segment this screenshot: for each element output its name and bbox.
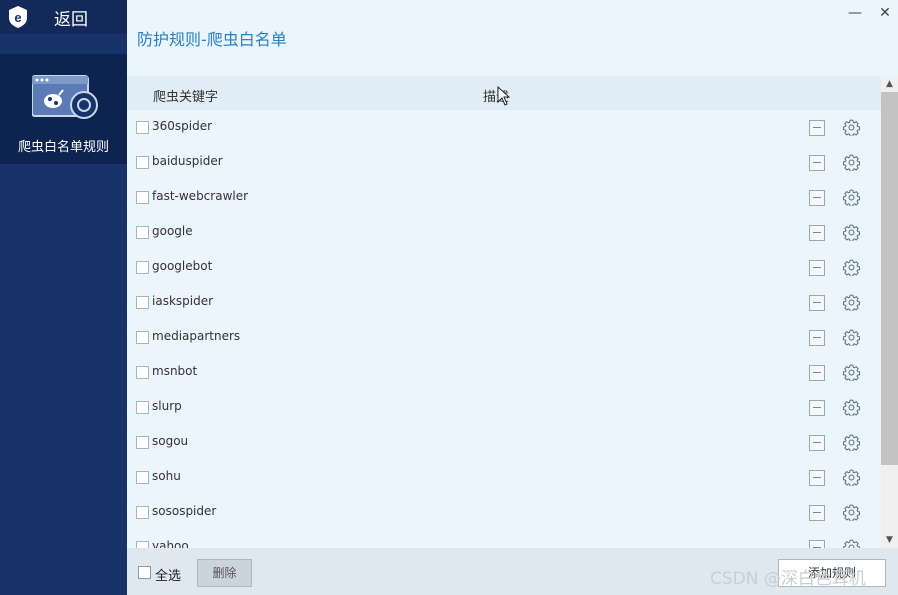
row-checkbox[interactable] (136, 471, 149, 484)
page-title: 防护规则-爬虫白名单 (137, 30, 287, 49)
close-button[interactable]: ✕ (876, 4, 894, 22)
remove-row-button[interactable] (809, 330, 825, 346)
table-row: fast-webcrawler (127, 180, 881, 215)
row-checkbox[interactable] (136, 191, 149, 204)
remove-row-button[interactable] (809, 225, 825, 241)
mouse-cursor-icon (497, 86, 511, 106)
gear-icon[interactable] (843, 224, 860, 241)
row-keyword: googlebot (152, 259, 213, 273)
table-row: slurp (127, 390, 881, 425)
svg-text:e: e (14, 10, 21, 25)
row-checkbox[interactable] (136, 121, 149, 134)
select-all-label: 全选 (155, 569, 182, 584)
row-checkbox[interactable] (136, 331, 149, 344)
rule-list: 360spider baiduspider fast-webcrawler go… (127, 110, 881, 548)
gear-icon[interactable] (843, 539, 860, 548)
row-keyword: baiduspider (152, 154, 223, 168)
gear-icon[interactable] (843, 329, 860, 346)
table-row: sosospider (127, 495, 881, 530)
delete-button[interactable]: 删除 (197, 559, 252, 587)
select-all-checkbox[interactable] (138, 566, 151, 579)
gear-icon[interactable] (843, 434, 860, 451)
table-row: mediapartners (127, 320, 881, 355)
footer-bar: 全选 删除 添加规则 CSDN @深白色耳机 (127, 548, 898, 595)
gear-icon[interactable] (843, 364, 860, 381)
remove-row-button[interactable] (809, 365, 825, 381)
gear-icon[interactable] (843, 259, 860, 276)
vertical-scrollbar[interactable]: ▲ ▼ (881, 76, 898, 548)
remove-row-button[interactable] (809, 260, 825, 276)
main-panel: — ✕ 防护规则-爬虫白名单 爬虫关键字 描述 360spider baidus… (127, 0, 898, 595)
remove-row-button[interactable] (809, 155, 825, 171)
row-checkbox[interactable] (136, 436, 149, 449)
table-row: 360spider (127, 110, 881, 145)
row-keyword: fast-webcrawler (152, 189, 249, 203)
table-row: googlebot (127, 250, 881, 285)
sidebar-item-label: 爬虫白名单规则 (17, 140, 109, 155)
row-keyword: msnbot (152, 364, 198, 378)
sidebar: e 返回 爬虫白名单规则 (0, 0, 127, 595)
remove-row-button[interactable] (809, 540, 825, 548)
table-row: yahoo (127, 530, 881, 548)
row-keyword: sosospider (152, 504, 217, 518)
row-keyword: google (152, 224, 193, 238)
gear-icon[interactable] (843, 119, 860, 136)
watermark: CSDN @深白色耳机 (710, 569, 866, 589)
row-checkbox[interactable] (136, 261, 149, 274)
remove-row-button[interactable] (809, 505, 825, 521)
back-label: 返回 (54, 9, 88, 30)
row-checkbox[interactable] (136, 506, 149, 519)
remove-row-button[interactable] (809, 400, 825, 416)
scroll-up-arrow-icon[interactable]: ▲ (881, 76, 898, 92)
row-keyword: 360spider (152, 119, 213, 133)
row-keyword: yahoo (152, 539, 189, 548)
row-keyword: slurp (152, 399, 182, 413)
minimize-button[interactable]: — (846, 4, 864, 22)
remove-row-button[interactable] (809, 190, 825, 206)
back-button[interactable]: e 返回 (0, 0, 127, 34)
row-checkbox[interactable] (136, 366, 149, 379)
table-row: iaskspider (127, 285, 881, 320)
table-row: google (127, 215, 881, 250)
row-checkbox[interactable] (136, 156, 149, 169)
remove-row-button[interactable] (809, 295, 825, 311)
row-keyword: mediapartners (152, 329, 241, 343)
row-checkbox[interactable] (136, 226, 149, 239)
remove-row-button[interactable] (809, 435, 825, 451)
remove-row-button[interactable] (809, 120, 825, 136)
crawler-settings-icon (32, 75, 98, 119)
remove-row-button[interactable] (809, 470, 825, 486)
row-keyword: sogou (152, 434, 189, 448)
row-checkbox[interactable] (136, 401, 149, 414)
scroll-down-arrow-icon[interactable]: ▼ (881, 532, 898, 548)
table-row: sohu (127, 460, 881, 495)
row-checkbox[interactable] (136, 296, 149, 309)
gear-icon[interactable] (843, 469, 860, 486)
table-row: msnbot (127, 355, 881, 390)
gear-icon[interactable] (843, 189, 860, 206)
row-keyword: iaskspider (152, 294, 214, 308)
row-checkbox[interactable] (136, 541, 149, 548)
app-logo-icon: e (9, 6, 27, 28)
gear-icon[interactable] (843, 154, 860, 171)
gear-icon[interactable] (843, 294, 860, 311)
gear-icon[interactable] (843, 504, 860, 521)
gear-icon[interactable] (843, 399, 860, 416)
table-row: baiduspider (127, 145, 881, 180)
table-row: sogou (127, 425, 881, 460)
row-keyword: sohu (152, 469, 181, 483)
scrollbar-thumb[interactable] (881, 92, 898, 465)
column-header-keyword: 爬虫关键字 (153, 90, 219, 105)
